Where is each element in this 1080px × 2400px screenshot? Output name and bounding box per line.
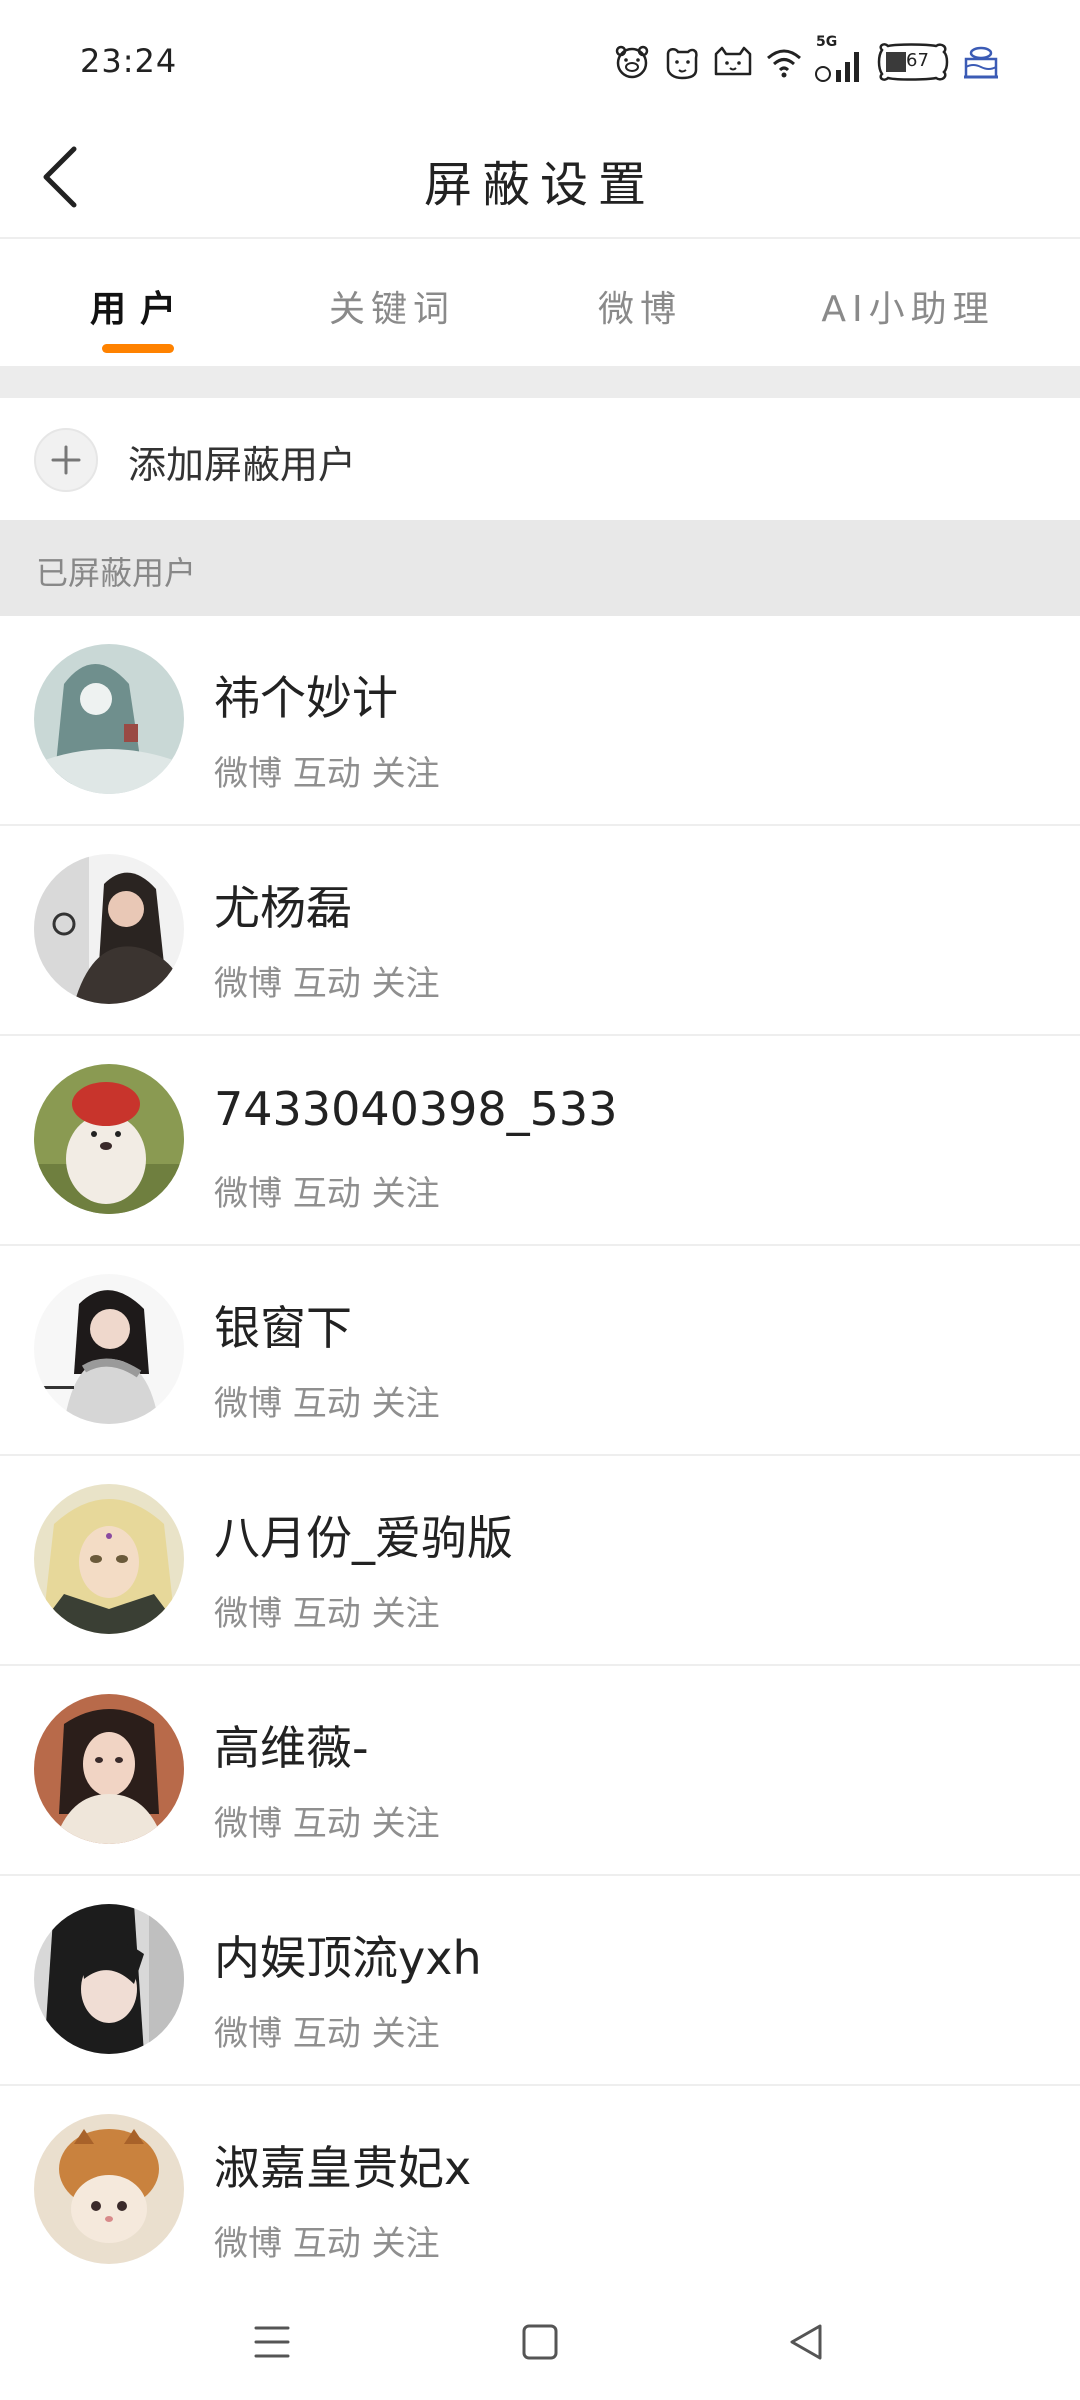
blocked-user-row[interactable]: 淑嘉皇贵妃x 微博 互动 关注 bbox=[0, 2086, 1080, 2296]
blocked-user-row[interactable]: 银窗下 微博 互动 关注 bbox=[0, 1246, 1080, 1456]
page-title: 屏蔽设置 bbox=[423, 157, 656, 213]
cat-emoji-icon bbox=[712, 44, 754, 80]
status-time: 23:24 bbox=[80, 42, 178, 80]
screen: 23:24 5G 67 屏蔽设置 用户 关键词 微博 AI小助理 添加屏蔽用户 … bbox=[0, 0, 1080, 2400]
blocked-user-row[interactable]: 八月份_爱驹版 微博 互动 关注 bbox=[0, 1456, 1080, 1666]
pig-emoji-icon bbox=[612, 44, 652, 80]
home-square-icon bbox=[522, 2324, 558, 2360]
add-blocked-user-button[interactable]: 添加屏蔽用户 bbox=[0, 398, 1080, 520]
home-button[interactable] bbox=[500, 2302, 580, 2382]
system-navigation-bar bbox=[0, 2280, 1080, 2400]
user-meta: 微博 互动 关注 bbox=[214, 1594, 440, 1634]
dog-emoji-icon bbox=[662, 44, 702, 80]
section-gap bbox=[0, 366, 1080, 398]
user-name: 淑嘉皇贵妃x bbox=[214, 2141, 472, 2195]
status-icons: 5G 67 bbox=[612, 34, 1002, 86]
section-title: 已屏蔽用户 bbox=[36, 554, 197, 592]
user-name: 祎个妙计 bbox=[214, 671, 398, 725]
user-name: 7433040398_533 bbox=[214, 1082, 618, 1136]
battery-level: 67 bbox=[906, 50, 929, 71]
plus-icon bbox=[34, 428, 98, 492]
blocked-users-section-header: 已屏蔽用户 bbox=[0, 520, 1080, 616]
signal-icon: 5G bbox=[814, 34, 866, 84]
user-meta: 微博 互动 关注 bbox=[214, 1804, 440, 1844]
avatar bbox=[34, 2114, 184, 2264]
menu-icon bbox=[254, 2326, 290, 2358]
avatar bbox=[34, 854, 184, 1004]
network-type-label: 5G bbox=[816, 34, 838, 50]
blocked-user-row[interactable]: 内娱顶流yxh 微博 互动 关注 bbox=[0, 1876, 1080, 2086]
wifi-icon bbox=[764, 44, 804, 80]
avatar bbox=[34, 1064, 184, 1214]
add-blocked-user-label: 添加屏蔽用户 bbox=[128, 443, 357, 487]
system-back-button[interactable] bbox=[766, 2302, 846, 2382]
avatar bbox=[34, 1904, 184, 2054]
user-meta: 微博 互动 关注 bbox=[214, 2014, 440, 2054]
status-bar: 23:24 5G 67 bbox=[0, 0, 1080, 125]
user-meta: 微博 互动 关注 bbox=[214, 964, 440, 1004]
user-name: 高维薇- bbox=[214, 1721, 369, 1775]
blocked-user-row[interactable]: 高维薇- 微博 互动 关注 bbox=[0, 1666, 1080, 1876]
tab-bar: 用户 关键词 微博 AI小助理 bbox=[0, 238, 1080, 366]
blocked-user-list: 祎个妙计 微博 互动 关注 尤杨磊 微博 互动 关注 7433040398_53… bbox=[0, 616, 1080, 2296]
tab-keywords[interactable]: 关键词 bbox=[329, 280, 455, 340]
nav-bar: 屏蔽设置 bbox=[0, 125, 1080, 239]
avatar bbox=[34, 644, 184, 794]
user-meta: 微博 互动 关注 bbox=[214, 2224, 440, 2264]
cake-icon bbox=[960, 43, 1002, 81]
avatar bbox=[34, 1694, 184, 1844]
tab-users[interactable]: 用户 bbox=[90, 280, 190, 340]
tab-ai-assistant[interactable]: AI小助理 bbox=[821, 280, 994, 340]
menu-button[interactable] bbox=[232, 2302, 312, 2382]
user-meta: 微博 互动 关注 bbox=[214, 1174, 440, 1214]
user-meta: 微博 互动 关注 bbox=[214, 754, 440, 794]
user-name: 银窗下 bbox=[214, 1301, 352, 1355]
avatar bbox=[34, 1274, 184, 1424]
user-name: 尤杨磊 bbox=[214, 881, 352, 935]
user-meta: 微博 互动 关注 bbox=[214, 1384, 440, 1424]
back-triangle-icon bbox=[790, 2324, 822, 2360]
blocked-user-row[interactable]: 7433040398_533 微博 互动 关注 bbox=[0, 1036, 1080, 1246]
blocked-user-row[interactable]: 尤杨磊 微博 互动 关注 bbox=[0, 826, 1080, 1036]
battery-icon: 67 bbox=[876, 42, 950, 82]
tab-weibo[interactable]: 微博 bbox=[598, 280, 682, 340]
user-name: 八月份_爱驹版 bbox=[214, 1511, 513, 1565]
blocked-user-row[interactable]: 祎个妙计 微博 互动 关注 bbox=[0, 616, 1080, 826]
user-name: 内娱顶流yxh bbox=[214, 1931, 482, 1985]
avatar bbox=[34, 1484, 184, 1634]
active-tab-indicator bbox=[102, 344, 174, 353]
